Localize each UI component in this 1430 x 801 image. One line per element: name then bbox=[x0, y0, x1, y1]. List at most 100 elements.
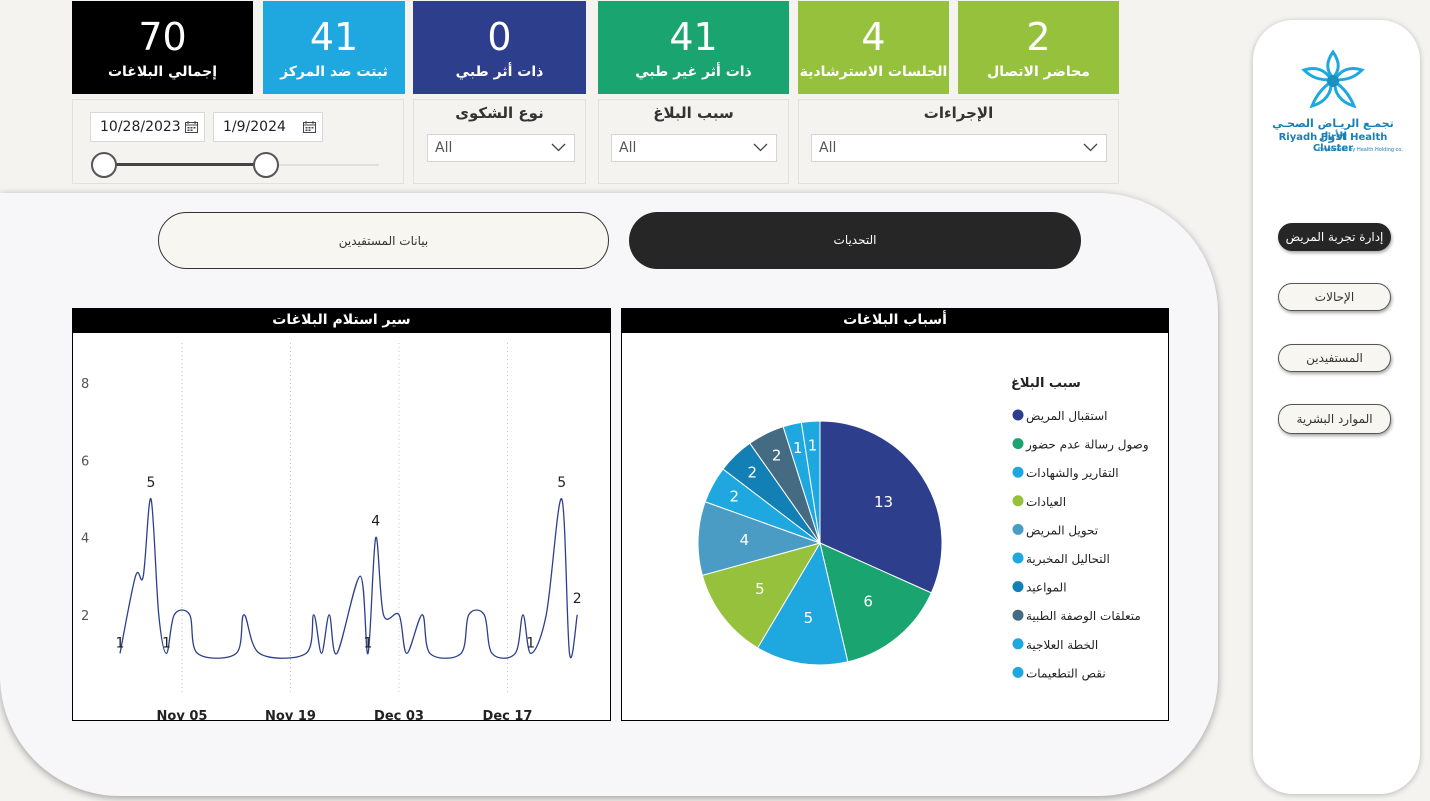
legend-label: نقص التطعيمات bbox=[1026, 666, 1106, 681]
procedures-dropdown[interactable]: All bbox=[811, 134, 1107, 162]
date-range-filter: 10/28/2023 1/9/2024 bbox=[72, 99, 404, 184]
slice-label: 13 bbox=[874, 493, 893, 511]
slice-label: 6 bbox=[863, 592, 873, 610]
line-chart-svg: 108642Nov 05Nov 19Dec 03Dec 1715114152 bbox=[81, 343, 582, 720]
data-label: 1 bbox=[116, 635, 125, 651]
date-start-value: 10/28/2023 bbox=[100, 119, 181, 135]
legend-marker bbox=[1012, 495, 1024, 507]
legend-label: التحاليل المخبرية bbox=[1026, 552, 1110, 567]
slice-label: 4 bbox=[740, 531, 750, 549]
nav-patient-experience[interactable]: إدارة تجربة المريض bbox=[1278, 223, 1391, 251]
y-tick-label: 6 bbox=[81, 454, 89, 469]
pie-chart-svg: 136554222 1 1سبب البلاغاستقبال المريضوصول … bbox=[697, 376, 1149, 681]
data-label: 1 bbox=[162, 635, 171, 651]
date-end-input[interactable]: 1/9/2024 bbox=[213, 112, 323, 142]
reports-flow-chart: سير استلام البلاغات 108642Nov 05Nov 19De… bbox=[72, 308, 611, 721]
complaint-type-dropdown[interactable]: All bbox=[427, 134, 575, 162]
chart-title: أسباب البلاغات bbox=[622, 309, 1168, 333]
date-start-input[interactable]: 10/28/2023 bbox=[90, 112, 205, 142]
legend-label: متعلقات الوصفة الطبية bbox=[1026, 609, 1141, 624]
date-slider-range bbox=[106, 163, 267, 166]
x-tick-label: Nov 05 bbox=[157, 709, 208, 720]
procedures-filter: الإجراءات All bbox=[798, 99, 1119, 184]
data-label: 1 bbox=[364, 635, 373, 651]
legend-marker bbox=[1012, 438, 1024, 450]
kpi-value: 70 bbox=[138, 15, 187, 59]
x-tick-label: Nov 19 bbox=[265, 709, 316, 720]
kpi-label: ذات أثر غير طبي bbox=[635, 64, 752, 80]
data-label: 2 bbox=[573, 591, 582, 607]
slice-label: 2 bbox=[772, 447, 782, 465]
kpi-contact-minutes: 2 محاضر الاتصال bbox=[958, 1, 1119, 94]
legend-marker bbox=[1012, 638, 1024, 650]
legend-title: سبب البلاغ bbox=[1011, 376, 1081, 391]
legend-marker bbox=[1012, 409, 1024, 421]
chevron-down-icon bbox=[1083, 143, 1098, 152]
filter-title: الإجراءات bbox=[923, 104, 994, 122]
legend-label: المواعيد bbox=[1026, 581, 1067, 596]
date-slider-end-handle[interactable] bbox=[253, 152, 279, 178]
y-tick-label: 2 bbox=[81, 609, 89, 624]
y-tick-label: 4 bbox=[81, 532, 89, 547]
nav-label: الإحالات bbox=[1314, 290, 1355, 304]
legend-marker bbox=[1012, 581, 1024, 593]
data-label: 1 bbox=[526, 635, 535, 651]
legend-label: وصول رسالة عدم حضور bbox=[1025, 438, 1149, 453]
tab-challenges[interactable]: التحديات bbox=[629, 212, 1081, 269]
chevron-down-icon bbox=[551, 143, 566, 152]
data-label: 4 bbox=[371, 514, 380, 530]
y-tick-label: 8 bbox=[81, 377, 89, 392]
nav-label: المستفيدين bbox=[1306, 351, 1363, 365]
tab-label: التحديات bbox=[833, 233, 877, 247]
report-reasons-chart: أسباب البلاغات 13 6 5 5 4 2 2 2 1 1 سبب البلاغ استق… bbox=[621, 308, 1169, 721]
kpi-value: 2 bbox=[1026, 15, 1051, 59]
legend-marker bbox=[1012, 466, 1024, 478]
nav-human-resources[interactable]: الموارد البشرية bbox=[1278, 404, 1391, 434]
kpi-non-medical-impact: 41 ذات أثر غير طبي bbox=[598, 1, 789, 94]
kpi-label: إجمالي البلاغات bbox=[107, 64, 218, 80]
report-reason-filter: سبب البلاغ All bbox=[598, 99, 789, 184]
date-slider-start-handle[interactable] bbox=[91, 152, 117, 178]
kpi-guidance-sessions: 4 الجلسات الاسترشادية bbox=[798, 1, 949, 94]
slice-label: 1 bbox=[808, 437, 818, 455]
kpi-value: 4 bbox=[861, 15, 886, 59]
kpi-proven-against-center: 41 ثبتت ضد المركز bbox=[263, 1, 405, 94]
dropdown-value: All bbox=[819, 140, 837, 156]
nav-referrals[interactable]: الإحالات bbox=[1278, 283, 1391, 311]
data-label: 5 bbox=[557, 475, 566, 491]
nav-beneficiaries[interactable]: المستفيدين bbox=[1278, 344, 1391, 372]
legend-label: التقارير والشهادات bbox=[1026, 466, 1119, 481]
kpi-value: 41 bbox=[669, 15, 718, 59]
kpi-label: ثبتت ضد المركز bbox=[280, 64, 388, 80]
dropdown-value: All bbox=[619, 140, 637, 156]
filter-title: سبب البلاغ bbox=[653, 104, 734, 122]
calendar-icon bbox=[185, 121, 198, 133]
kpi-label: ذات أثر طبي bbox=[455, 64, 544, 80]
legend-label: الخطة العلاجية bbox=[1026, 638, 1098, 652]
kpi-value: 0 bbox=[487, 15, 512, 59]
legend-label: استقبال المريض bbox=[1026, 409, 1107, 424]
slice-label: 2 bbox=[748, 464, 758, 482]
kpi-label: الجلسات الاسترشادية bbox=[799, 64, 948, 80]
report-reason-dropdown[interactable]: All bbox=[611, 134, 777, 162]
logo-tagline: Empowered by Health Holding co. bbox=[1318, 147, 1403, 153]
chart-title: سير استلام البلاغات bbox=[73, 309, 610, 333]
legend-marker bbox=[1012, 609, 1024, 621]
kpi-medical-impact: 0 ذات أثر طبي bbox=[413, 1, 586, 94]
dropdown-value: All bbox=[435, 140, 453, 156]
legend-marker bbox=[1012, 666, 1024, 678]
date-end-value: 1/9/2024 bbox=[223, 119, 286, 135]
x-tick-label: Dec 03 bbox=[374, 709, 424, 720]
cluster-logo-icon bbox=[1301, 49, 1365, 109]
tab-beneficiaries-data[interactable]: بيانات المستفيدين bbox=[158, 212, 609, 269]
nav-label: إدارة تجربة المريض bbox=[1285, 230, 1384, 244]
filter-title: نوع الشكوى bbox=[455, 104, 544, 122]
nav-label: الموارد البشرية bbox=[1296, 412, 1373, 426]
series-line bbox=[119, 498, 578, 659]
complaint-type-filter: نوع الشكوى All bbox=[413, 99, 586, 184]
slice-label: 2 bbox=[729, 487, 739, 505]
tab-label: بيانات المستفيدين bbox=[338, 234, 429, 248]
slice-label: 5 bbox=[755, 580, 765, 598]
slice-label: 1 bbox=[793, 439, 803, 457]
calendar-icon bbox=[303, 121, 316, 133]
